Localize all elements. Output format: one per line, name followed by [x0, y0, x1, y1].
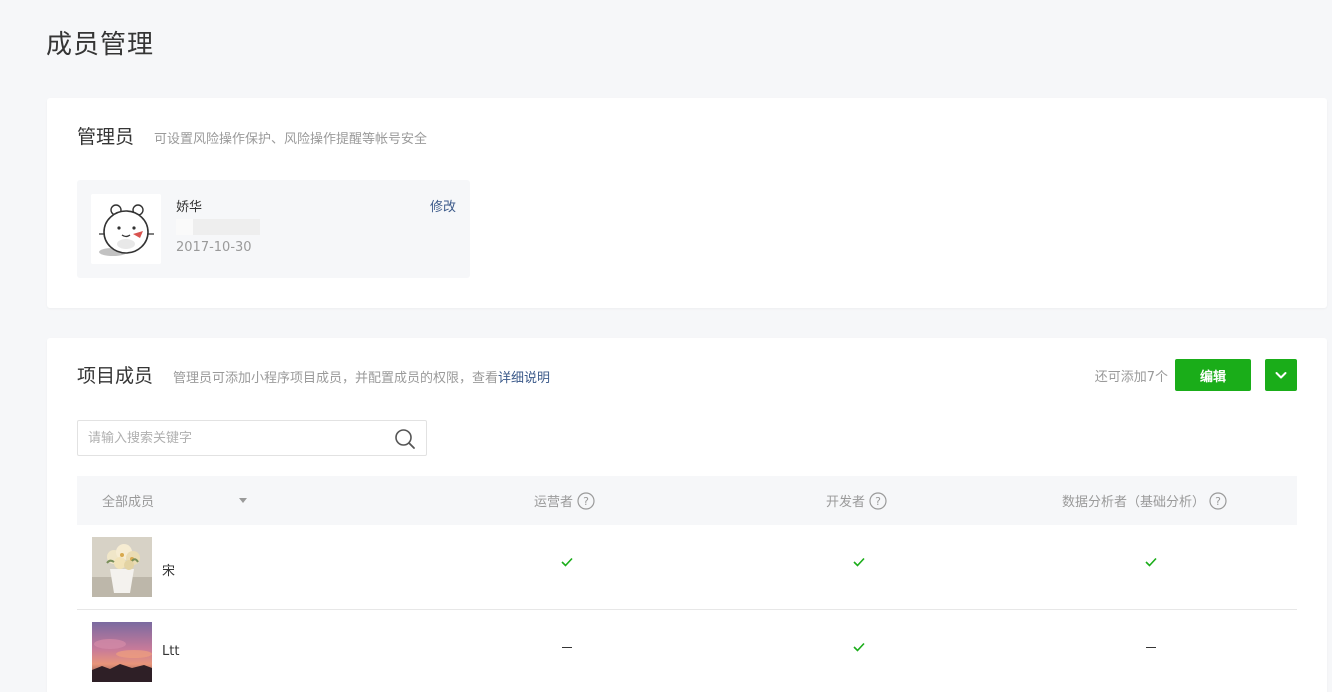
page-title: 成员管理 [46, 30, 155, 60]
members-card: 项目成员 管理员可添加小程序项目成员，并配置成员的权限，查看详细说明 还可添加7… [47, 338, 1327, 692]
admin-card: 管理员 可设置风险操作保护、风险操作提醒等帐号安全 娇华 2017-10-30 … [47, 98, 1327, 308]
members-table-header: 全部成员 运营者 ? 开发者 ? 数据分析者（基础分析） ? [77, 476, 1297, 525]
svg-text:?: ? [1215, 495, 1221, 508]
admin-section-description: 可设置风险操作保护、风险操作提醒等帐号安全 [154, 132, 428, 147]
search-icon[interactable] [394, 428, 416, 450]
table-row: 宋 [77, 525, 1297, 610]
member-name: Ltt [162, 644, 180, 659]
caret-down-icon [239, 498, 248, 503]
check-icon [849, 640, 869, 654]
svg-text:?: ? [583, 495, 589, 508]
members-card-header: 项目成员 管理员可添加小程序项目成员，并配置成员的权限，查看详细说明 [77, 361, 550, 388]
search-input[interactable] [88, 421, 378, 455]
column-operator: 运营者 ? [534, 476, 595, 525]
svg-text:?: ? [875, 495, 881, 508]
check-icon [1141, 555, 1161, 569]
remaining-count: 还可添加7个 [1094, 370, 1168, 385]
flower-pot-avatar-icon [92, 537, 152, 597]
member-name: 宋 [162, 564, 176, 579]
members-section-title: 项目成员 [77, 365, 154, 387]
dash-icon [557, 640, 577, 654]
filter-all-members[interactable]: 全部成员 [102, 476, 248, 525]
admin-edit-link[interactable]: 修改 [430, 196, 456, 215]
detail-link[interactable]: 详细说明 [498, 371, 550, 386]
search-box [77, 420, 427, 456]
members-description-text: 管理员可添加小程序项目成员，并配置成员的权限，查看 [173, 371, 499, 386]
column-all-label: 全部成员 [102, 495, 155, 510]
check-icon [557, 555, 577, 569]
column-developer: 开发者 ? [826, 476, 887, 525]
members-section-description: 管理员可添加小程序项目成员，并配置成员的权限，查看详细说明 [173, 367, 550, 386]
help-icon[interactable]: ? [1209, 491, 1227, 510]
chevron-down-icon [1275, 372, 1287, 379]
admin-card-header: 管理员 可设置风险操作保护、风险操作提醒等帐号安全 [77, 122, 427, 149]
admin-section-title: 管理员 [77, 126, 135, 148]
bear-avatar-icon [91, 194, 161, 264]
edit-members-button[interactable]: 编辑 [1175, 359, 1251, 391]
admin-id-masked [176, 219, 260, 235]
column-developer-label: 开发者 [826, 495, 866, 510]
check-icon [849, 555, 869, 569]
column-analyst: 数据分析者（基础分析） ? [1062, 476, 1227, 525]
dash-icon [1141, 640, 1161, 654]
more-options-button[interactable] [1265, 359, 1297, 391]
help-icon[interactable]: ? [577, 491, 595, 510]
admin-info-box: 娇华 2017-10-30 修改 [77, 180, 470, 278]
admin-date: 2017-10-30 [176, 240, 252, 255]
column-operator-label: 运营者 [534, 495, 574, 510]
sunset-avatar-icon [92, 622, 152, 682]
table-row: Ltt [77, 610, 1297, 692]
column-analyst-label: 数据分析者（基础分析） [1062, 495, 1206, 510]
help-icon[interactable]: ? [869, 491, 887, 510]
admin-name: 娇华 [176, 200, 203, 215]
